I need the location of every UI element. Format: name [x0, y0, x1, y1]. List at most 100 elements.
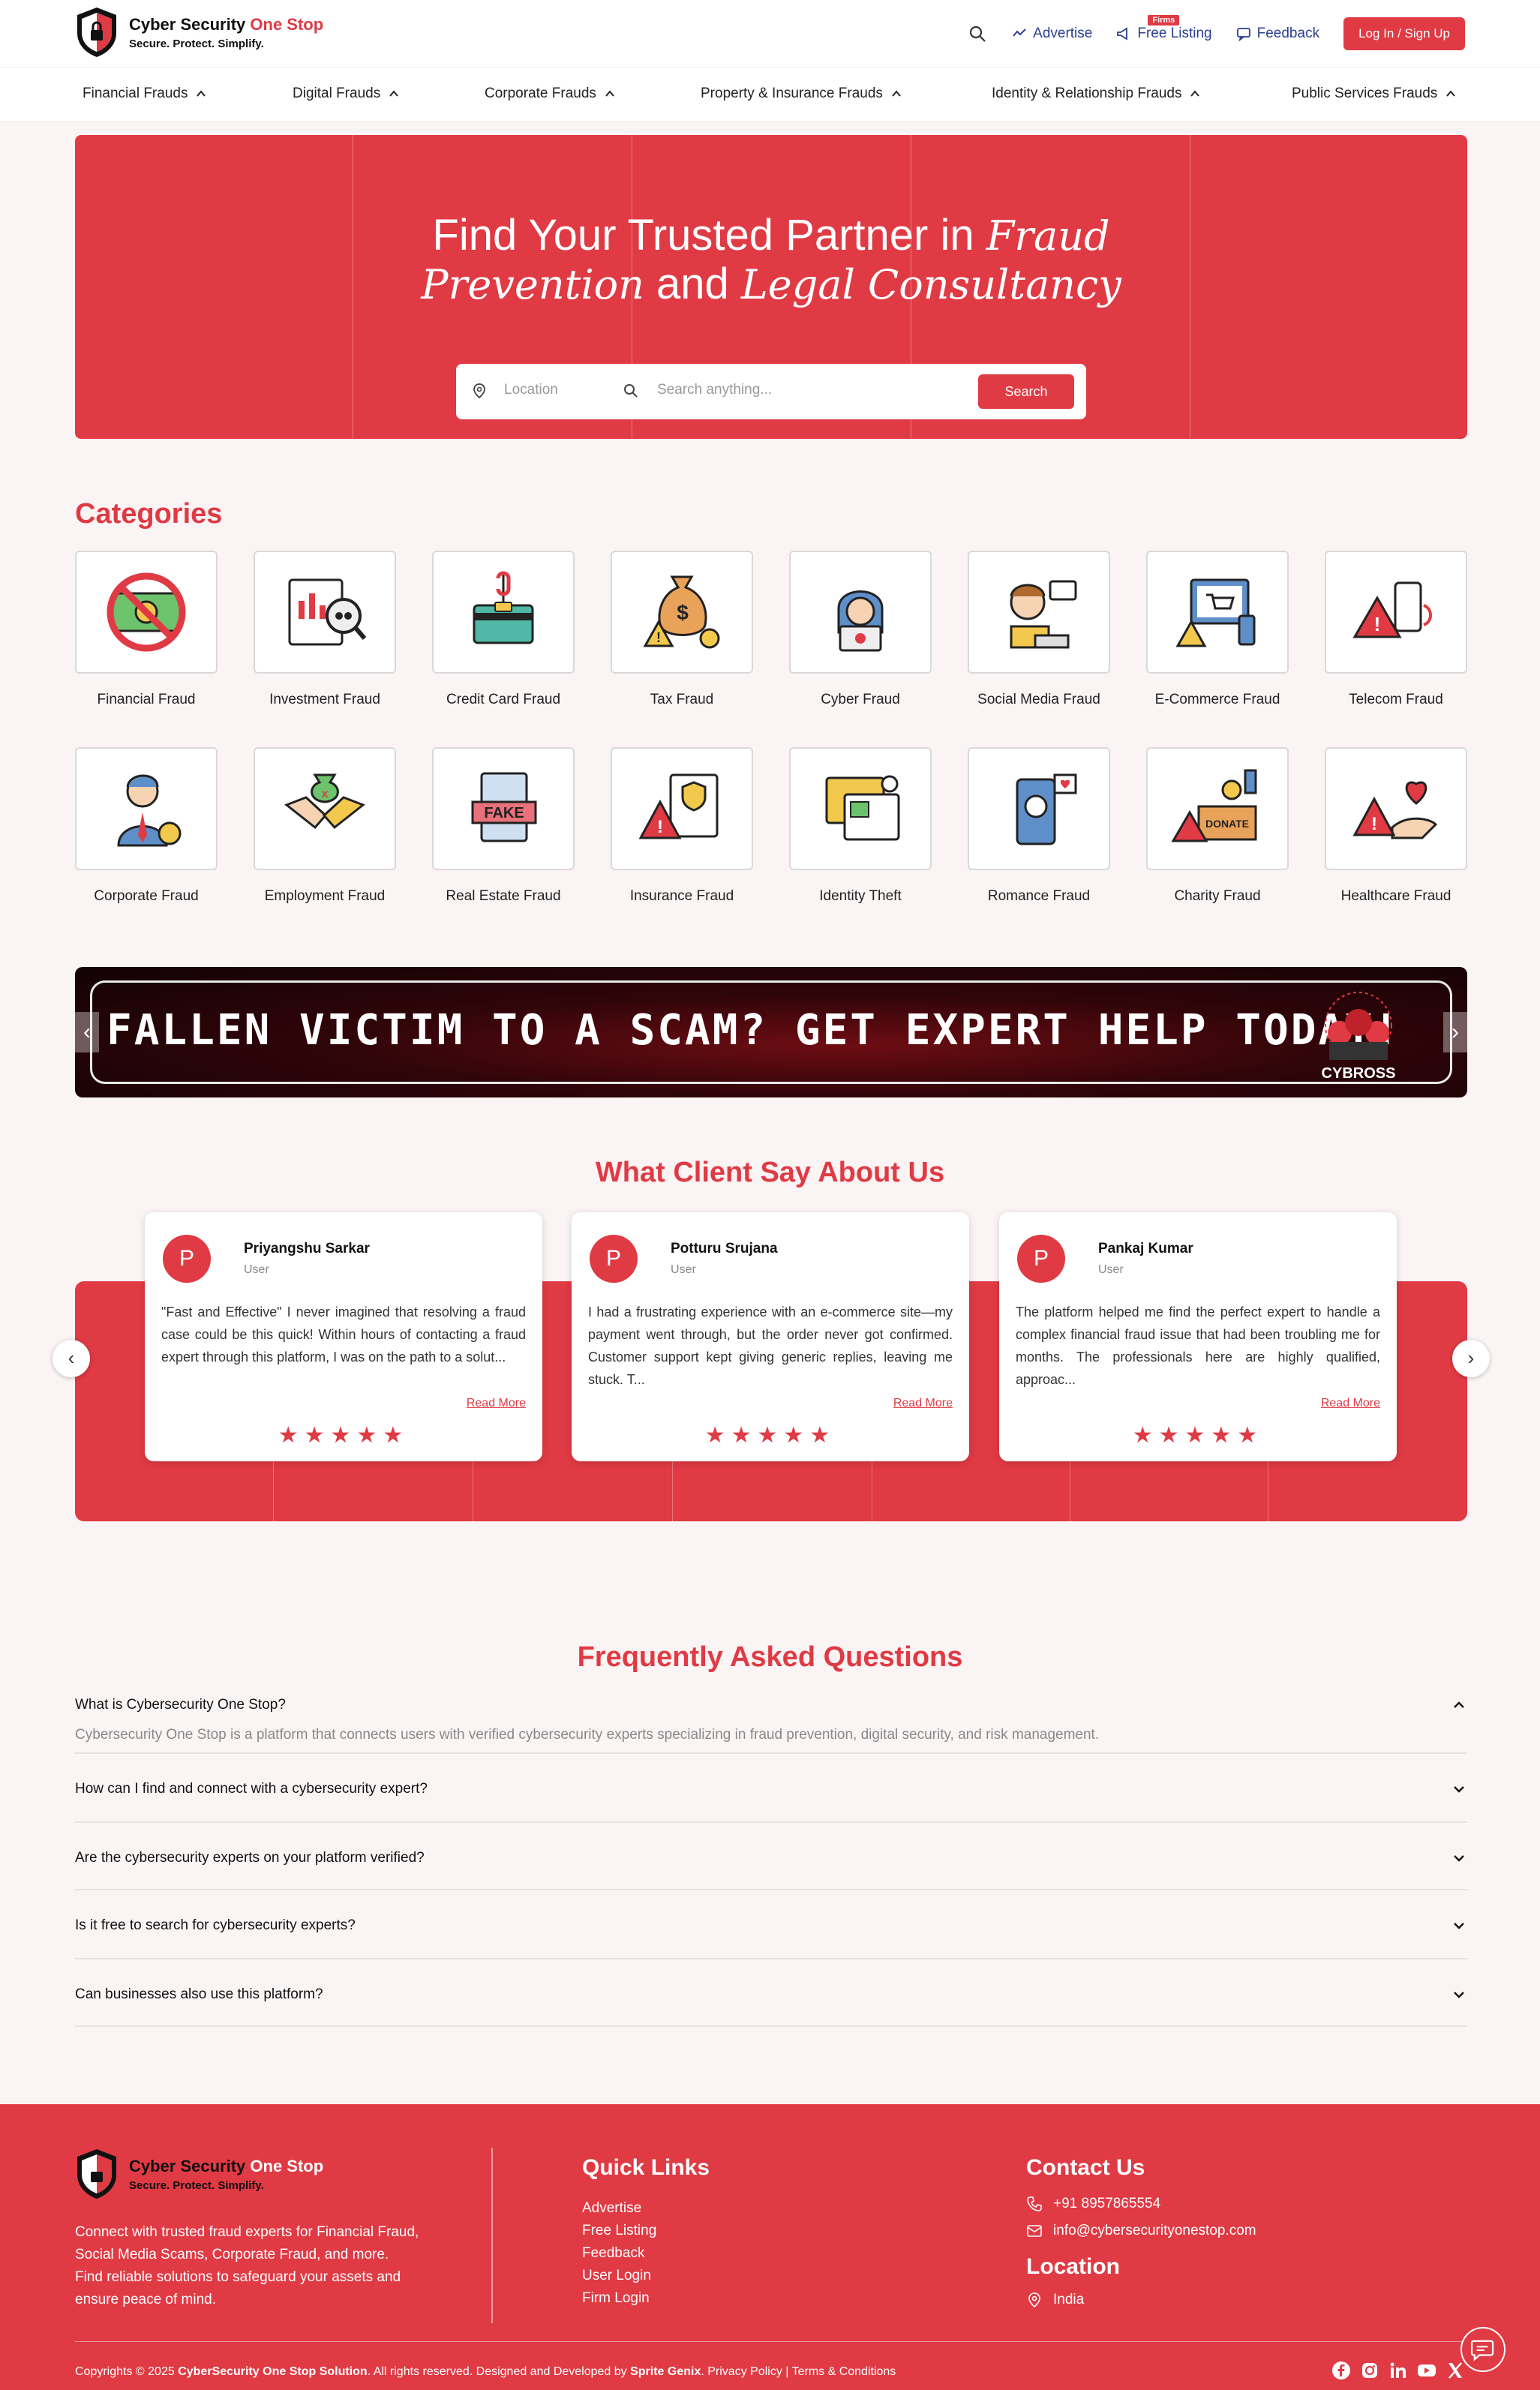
categories-title: Categories — [75, 498, 223, 530]
search-button[interactable]: Search — [978, 374, 1074, 409]
site-logo[interactable]: Cyber Security One Stop Secure. Protect.… — [75, 6, 323, 59]
footer-link-advertise[interactable]: Advertise — [582, 2200, 641, 2217]
rating-stars: ★★★★★ — [704, 1423, 836, 1448]
nav-label: Property & Insurance Frauds — [701, 86, 883, 101]
faq-item[interactable]: Are the cybersecurity experts on your pl… — [75, 1823, 1467, 1890]
review-text: "Fast and Effective" I never imagined th… — [161, 1305, 526, 1365]
category-credit-card-fraud[interactable]: Credit Card Fraud — [432, 551, 575, 708]
banner-next-button[interactable]: › — [1443, 1012, 1467, 1052]
category-employment-fraud[interactable]: x Employment Fraud — [254, 747, 396, 905]
contact-phone[interactable]: +91 8957865554 — [1026, 2196, 1160, 2212]
category-identity-theft[interactable]: Identity Theft — [789, 747, 932, 905]
category-real-estate-fraud[interactable]: FAKE Real Estate Fraud — [432, 747, 575, 905]
phone-warning-icon: ! — [1352, 581, 1432, 638]
faq-item[interactable]: Can businesses also use this platform? — [75, 1959, 1467, 2027]
faq-item[interactable]: How can I find and connect with a cybers… — [75, 1754, 1467, 1823]
footer: Cyber Security One Stop Secure. Protect.… — [0, 2104, 1540, 2390]
hacker-icon — [837, 590, 884, 652]
read-more-link[interactable]: Read More — [893, 1397, 953, 1410]
chevron-up-icon — [389, 90, 398, 97]
category-tax-fraud[interactable]: $! Tax Fraud — [611, 551, 753, 708]
advertise-link[interactable]: Advertise — [1012, 26, 1092, 42]
nav-property-insurance-frauds[interactable]: Property & Insurance Frauds — [701, 86, 902, 102]
review-text: I had a frustrating experience with an e… — [588, 1305, 953, 1387]
free-listing-link[interactable]: Firms Free Listing — [1116, 15, 1212, 42]
social-media-user-icon — [1010, 580, 1077, 649]
category-label: Real Estate Fraud — [446, 888, 561, 904]
read-more-link[interactable]: Read More — [1321, 1397, 1380, 1410]
developer-link[interactable]: Sprite Genix — [630, 2365, 701, 2378]
logo-title: Cyber Security — [129, 14, 251, 34]
reviewer-name: Potturu Srujana — [671, 1241, 778, 1257]
search-input[interactable]: Search anything... — [657, 382, 772, 398]
handshake-money-icon: x — [284, 773, 365, 830]
reviewer-role: User — [244, 1263, 269, 1276]
chevron-down-icon — [1454, 1855, 1464, 1862]
location-pin-icon — [1028, 2292, 1040, 2308]
youtube-icon[interactable] — [1417, 2361, 1436, 2380]
announce-icon — [1117, 27, 1128, 41]
banner-text: FALLEN VICTIM TO A SCAM? GET EXPERT HELP… — [107, 1006, 1401, 1055]
policy-links[interactable]: . Privacy Policy | Terms & Conditions — [701, 2365, 896, 2378]
mail-icon — [1027, 2225, 1042, 2237]
read-more-link[interactable]: Read More — [467, 1397, 526, 1410]
phone-icon — [1027, 2196, 1042, 2211]
linkedin-icon[interactable] — [1388, 2361, 1408, 2380]
search-icon[interactable] — [968, 25, 986, 43]
category-insurance-fraud[interactable]: ! Insurance Fraud — [611, 747, 753, 905]
quick-links-title: Quick Links — [582, 2155, 710, 2180]
footer-link-user-login[interactable]: User Login — [582, 2268, 651, 2284]
testimonials-prev-button[interactable]: ‹ — [53, 1340, 90, 1377]
testimonials-title: What Client Say About Us — [595, 1157, 945, 1188]
feedback-link[interactable]: Feedback — [1236, 26, 1319, 42]
footer-link-firm-login[interactable]: Firm Login — [582, 2290, 650, 2307]
faq-item[interactable]: What is Cybersecurity One Stop? Cybersec… — [75, 1688, 1467, 1754]
faq-question: Is it free to search for cybersecurity e… — [75, 1917, 356, 1933]
category-label: Telecom Fraud — [1349, 692, 1443, 707]
category-nav: Financial Frauds Digital Frauds Corporat… — [0, 68, 1540, 122]
nav-digital-frauds[interactable]: Digital Frauds — [293, 86, 400, 102]
category-healthcare-fraud[interactable]: ! Healthcare Fraud — [1325, 747, 1467, 905]
nav-financial-frauds[interactable]: Financial Frauds — [83, 86, 207, 102]
nav-public-services-frauds[interactable]: Public Services Frauds — [1292, 86, 1457, 102]
testimonial-card: P Priyangshu Sarkar User "Fast and Effec… — [145, 1212, 542, 1461]
reviewer-role: User — [671, 1263, 696, 1276]
nav-identity-relationship-frauds[interactable]: Identity & Relationship Frauds — [992, 86, 1201, 102]
category-telecom-fraud[interactable]: ! Telecom Fraud — [1325, 551, 1467, 708]
category-cyber-fraud[interactable]: Cyber Fraud — [789, 551, 932, 708]
location-pin-icon — [473, 383, 485, 399]
advertise-label: Advertise — [1033, 26, 1093, 41]
category-social-media-fraud[interactable]: Social Media Fraud — [968, 551, 1110, 708]
category-ecommerce-fraud[interactable]: E-Commerce Fraud — [1146, 551, 1289, 708]
category-corporate-fraud[interactable]: Corporate Fraud — [75, 747, 218, 905]
category-charity-fraud[interactable]: DONATE Charity Fraud — [1146, 747, 1289, 905]
category-financial-fraud[interactable]: Financial Fraud — [75, 551, 218, 708]
footer-link-free-listing[interactable]: Free Listing — [582, 2223, 656, 2239]
chevron-up-icon — [1454, 1701, 1464, 1708]
instagram-icon[interactable] — [1360, 2361, 1379, 2380]
contact-location-text: India — [1053, 2292, 1085, 2307]
footer-logo-title-accent: One Stop — [250, 2156, 324, 2175]
promo-banner[interactable]: FALLEN VICTIM TO A SCAM? GET EXPERT HELP… — [75, 967, 1467, 1097]
contact-email[interactable]: info@cybersecurityonestop.com — [1026, 2223, 1256, 2239]
feedback-label: Feedback — [1256, 26, 1320, 41]
facebook-icon[interactable] — [1331, 2361, 1351, 2380]
svg-text:DONATE: DONATE — [1205, 818, 1249, 830]
category-romance-fraud[interactable]: Romance Fraud — [968, 747, 1110, 905]
banner-prev-button[interactable]: ‹ — [75, 1012, 99, 1052]
svg-text:!: ! — [1374, 613, 1381, 635]
faq-item[interactable]: Is it free to search for cybersecurity e… — [75, 1890, 1467, 1959]
reviewer-name: Pankaj Kumar — [1098, 1241, 1193, 1257]
chat-button[interactable] — [1460, 2327, 1505, 2372]
location-input[interactable]: Location — [504, 382, 558, 398]
testimonials-next-button[interactable]: › — [1452, 1340, 1490, 1377]
hero-search-box: Location Search anything... Search — [456, 364, 1086, 419]
login-signup-button[interactable]: Log In / Sign Up — [1343, 17, 1465, 50]
footer-link-feedback[interactable]: Feedback — [582, 2245, 644, 2262]
nav-corporate-frauds[interactable]: Corporate Frauds — [485, 86, 616, 102]
svg-text:!: ! — [656, 630, 661, 645]
category-label: Corporate Fraud — [94, 888, 199, 904]
category-investment-fraud[interactable]: Investment Fraud — [254, 551, 396, 708]
category-label: E-Commerce Fraud — [1154, 692, 1280, 707]
footer-logo[interactable]: Cyber Security One Stop Secure. Protect.… — [75, 2148, 323, 2200]
